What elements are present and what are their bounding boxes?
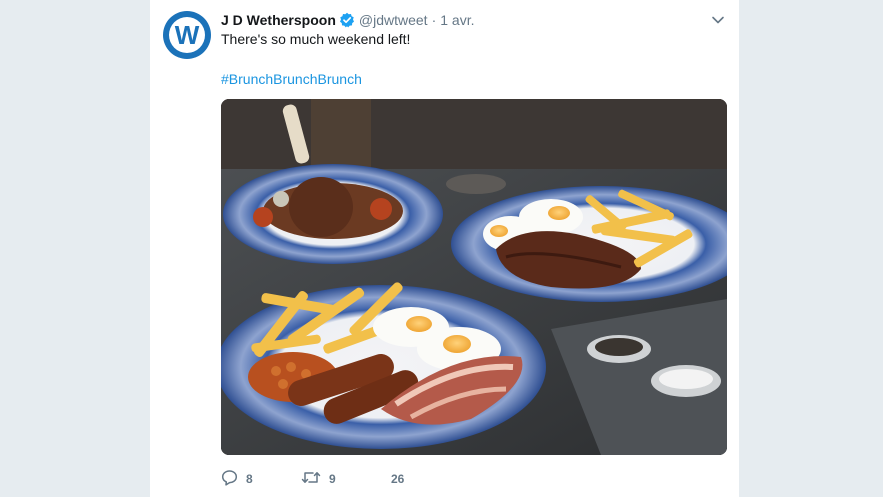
reply-icon: [221, 469, 238, 489]
avatar-logo-letter: W: [174, 20, 200, 50]
brunch-photo: [221, 99, 727, 455]
avatar[interactable]: W: [163, 11, 211, 59]
like-count: 26: [391, 472, 405, 486]
chevron-down-icon[interactable]: [711, 13, 725, 32]
retweet-count: 9: [329, 472, 336, 486]
retweet-icon: [301, 469, 321, 489]
tweet-actions: 8 9 26: [221, 466, 471, 492]
reply-button[interactable]: 8: [221, 469, 301, 489]
header-separator: ·: [431, 12, 437, 28]
verified-badge-icon: [339, 12, 355, 28]
like-button[interactable]: 26: [391, 472, 471, 486]
display-name[interactable]: J D Wetherspoon: [221, 12, 336, 28]
hashtag-link[interactable]: #BrunchBrunchBrunch: [221, 71, 362, 87]
reply-count: 8: [246, 472, 253, 486]
tweet-media-photo[interactable]: [221, 99, 727, 455]
user-handle[interactable]: @jdwtweet: [359, 12, 428, 28]
tweet-card: W J D Wetherspoon @jdwtweet · 1 avr. The…: [150, 0, 739, 497]
tweet-header: J D Wetherspoon @jdwtweet · 1 avr.: [221, 10, 474, 30]
retweet-button[interactable]: 9: [301, 469, 391, 489]
avatar-logo: W: [169, 17, 205, 53]
tweet-timestamp[interactable]: 1 avr.: [440, 12, 474, 28]
tweet-text: There's so much weekend left!: [221, 31, 411, 47]
